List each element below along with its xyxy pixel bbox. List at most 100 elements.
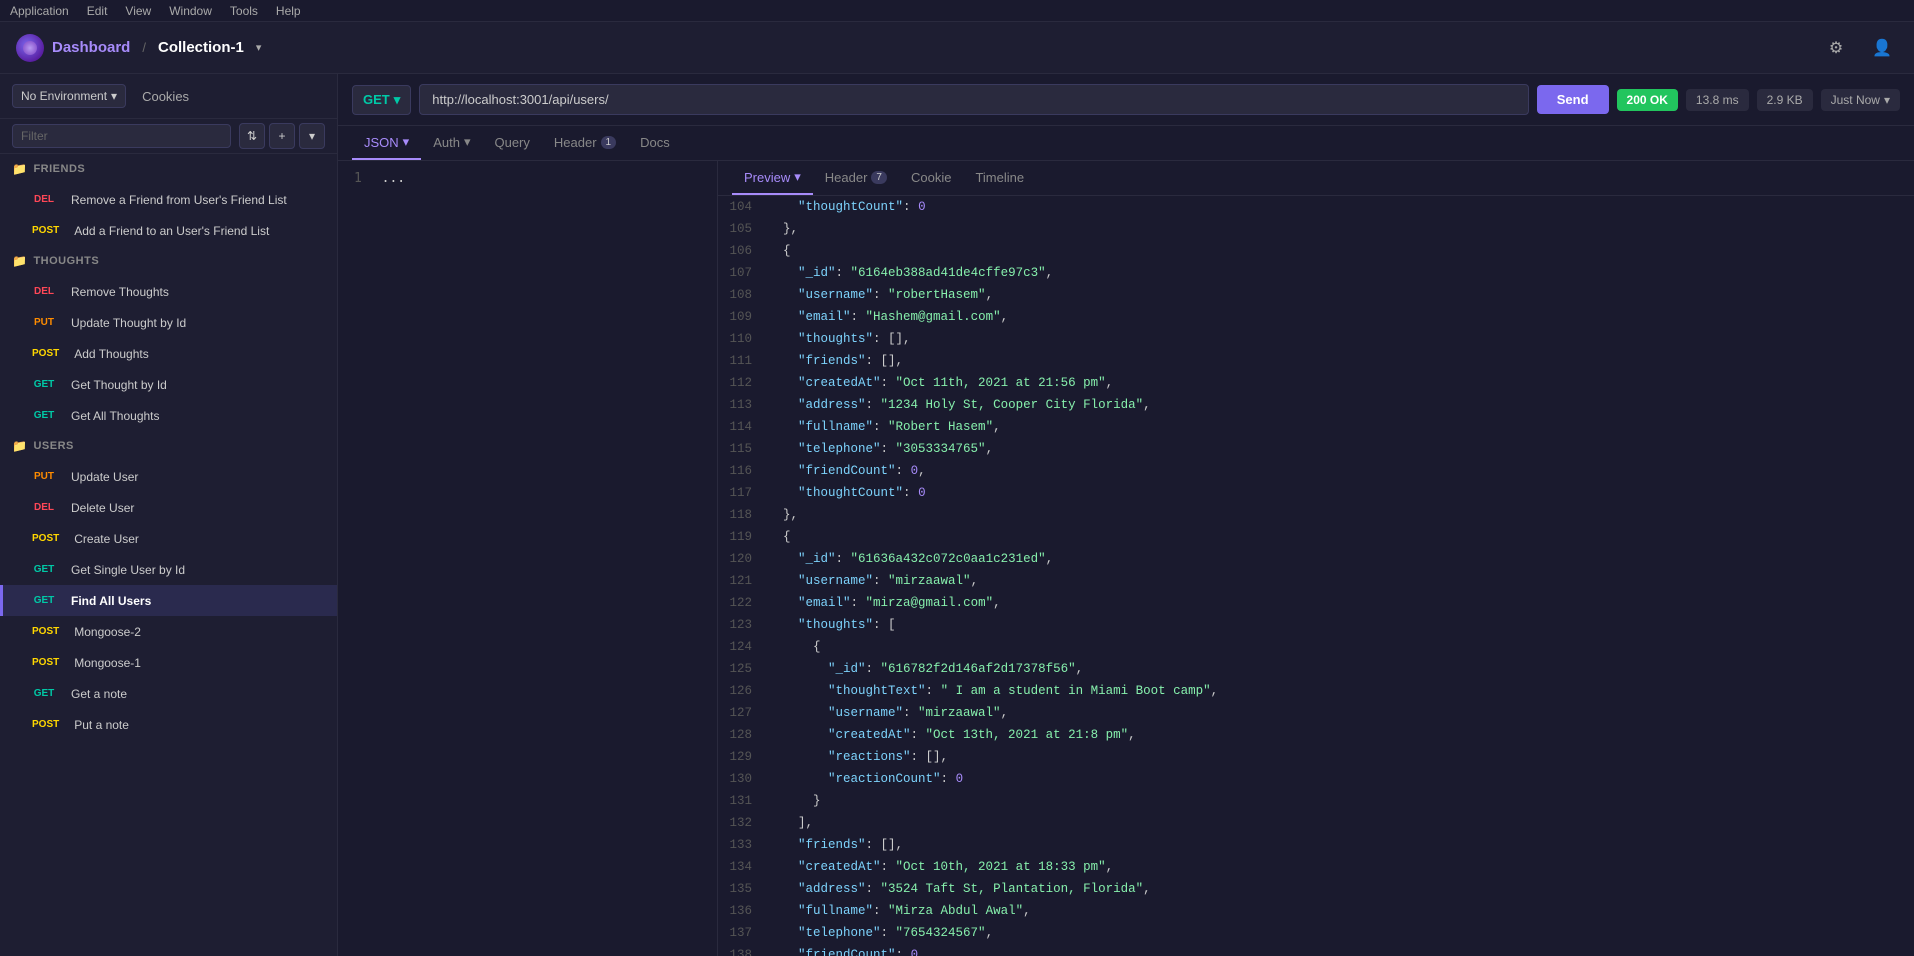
json-string: "3524 Taft St, Plantation, Florida" <box>881 879 1144 899</box>
breadcrumb-separator: / <box>142 40 146 55</box>
add-button[interactable]: + <box>269 123 295 149</box>
code-text: { <box>768 637 821 657</box>
tab-json[interactable]: JSON ▾ <box>352 126 421 160</box>
line-number: 125 <box>718 659 768 679</box>
sidebar-item-mongoose1[interactable]: POST Mongoose-1 <box>0 647 337 678</box>
sidebar-item-get-note[interactable]: GET Get a note <box>0 678 337 709</box>
line-number: 114 <box>718 417 768 437</box>
code-text <box>768 681 828 701</box>
sidebar-item-remove-thoughts[interactable]: DEL Remove Thoughts <box>0 276 337 307</box>
line-number: 129 <box>718 747 768 767</box>
code-text: , <box>1128 725 1136 745</box>
url-input[interactable] <box>419 84 1528 115</box>
sidebar-item-update-user[interactable]: PUT Update User <box>0 461 337 492</box>
code-line-111: 111 "friends": [], <box>718 350 1914 372</box>
json-number: 0 <box>911 461 919 481</box>
item-label-get-all-thoughts: Get All Thoughts <box>71 409 325 423</box>
json-key: "_id" <box>828 659 866 679</box>
code-text <box>768 703 828 723</box>
menu-edit[interactable]: Edit <box>87 4 108 18</box>
line-number: 122 <box>718 593 768 613</box>
menu-help[interactable]: Help <box>276 4 301 18</box>
line-number: 109 <box>718 307 768 327</box>
method-put-thoughts: PUT <box>27 315 61 330</box>
code-text <box>768 373 798 393</box>
sidebar-item-get-all-thoughts[interactable]: GET Get All Thoughts <box>0 400 337 431</box>
code-text <box>768 813 798 833</box>
menu-window[interactable]: Window <box>169 4 212 18</box>
section-users[interactable]: 📁 USERS <box>0 431 337 461</box>
section-friends[interactable]: 📁 FRIENDS <box>0 154 337 184</box>
menu-application[interactable]: Application <box>10 4 69 18</box>
code-text: , <box>986 923 994 943</box>
code-line-132: 132 ], <box>718 812 1914 834</box>
sidebar-item-mongoose2[interactable]: POST Mongoose-2 <box>0 616 337 647</box>
resp-tab-cookie[interactable]: Cookie <box>899 162 963 195</box>
code-line-113: 113 "address": "1234 Holy St, Cooper Cit… <box>718 394 1914 416</box>
sidebar-item-update-thought[interactable]: PUT Update Thought by Id <box>0 307 337 338</box>
resp-header-count-badge: 7 <box>871 171 887 184</box>
breadcrumb-arrow[interactable]: ▾ <box>256 41 262 54</box>
code-line-112: 112 "createdAt": "Oct 11th, 2021 at 21:5… <box>718 372 1914 394</box>
environment-select[interactable]: No Environment ▾ <box>12 84 126 108</box>
method-del-user: DEL <box>27 500 61 515</box>
tab-auth[interactable]: Auth ▾ <box>421 126 482 160</box>
sidebar-item-remove-friend[interactable]: DEL Remove a Friend from User's Friend L… <box>0 184 337 215</box>
sidebar-item-add-friend[interactable]: POST Add a Friend to an User's Friend Li… <box>0 215 337 246</box>
line-number: 138 <box>718 945 768 956</box>
json-key: "email" <box>798 307 851 327</box>
sidebar-item-put-note[interactable]: POST Put a note <box>0 709 337 740</box>
line-number: 105 <box>718 219 768 239</box>
sidebar-filter-input[interactable] <box>12 124 231 148</box>
settings-button[interactable]: ⚙ <box>1820 32 1852 64</box>
section-users-label: USERS <box>33 440 73 452</box>
tab-docs[interactable]: Docs <box>628 127 682 160</box>
sidebar-item-find-all-users[interactable]: GET Find All Users <box>0 585 337 616</box>
json-key: "friendCount" <box>798 945 896 956</box>
json-key: "thoughts" <box>798 329 873 349</box>
code-text: : <box>903 703 918 723</box>
more-button[interactable]: ▾ <box>299 123 325 149</box>
code-text: { <box>768 527 791 547</box>
section-thoughts[interactable]: 📁 THOUGHTS <box>0 246 337 276</box>
item-label-update-thought: Update Thought by Id <box>71 316 325 330</box>
send-button[interactable]: Send <box>1537 85 1609 114</box>
resp-tab-timeline[interactable]: Timeline <box>963 162 1036 195</box>
menu-tools[interactable]: Tools <box>230 4 258 18</box>
cookies-button[interactable]: Cookies <box>134 85 197 108</box>
size-badge: 2.9 KB <box>1757 89 1813 111</box>
sidebar-item-get-thought-id[interactable]: GET Get Thought by Id <box>0 369 337 400</box>
user-button[interactable]: 👤 <box>1866 32 1898 64</box>
tab-query[interactable]: Query <box>482 127 541 160</box>
code-text: , <box>986 439 994 459</box>
item-label-add-friend: Add a Friend to an User's Friend List <box>74 224 325 238</box>
json-key: "thoughtCount" <box>798 197 903 217</box>
code-text: : <box>873 417 888 437</box>
method-post-badge: POST <box>27 223 64 238</box>
menu-view[interactable]: View <box>125 4 151 18</box>
sidebar-item-delete-user[interactable]: DEL Delete User <box>0 492 337 523</box>
sidebar-item-add-thoughts[interactable]: POST Add Thoughts <box>0 338 337 369</box>
code-line-125: 125 "_id": "616782f2d146af2d17378f56", <box>718 658 1914 680</box>
json-key: "username" <box>828 703 903 723</box>
code-text: , <box>1106 857 1114 877</box>
json-number: 0 <box>918 483 926 503</box>
breadcrumb-dashboard[interactable]: Dashboard <box>52 39 130 56</box>
method-select[interactable]: GET ▾ <box>352 85 411 115</box>
resp-tab-preview[interactable]: Preview ▾ <box>732 161 813 195</box>
sidebar-item-create-user[interactable]: POST Create User <box>0 523 337 554</box>
tab-header[interactable]: Header 1 <box>542 127 628 160</box>
sidebar-item-get-single-user[interactable]: GET Get Single User by Id <box>0 554 337 585</box>
breadcrumb-collection[interactable]: Collection-1 <box>158 39 244 56</box>
json-key: "createdAt" <box>798 373 881 393</box>
resp-tab-header[interactable]: Header 7 <box>813 162 899 195</box>
line-number: 128 <box>718 725 768 745</box>
response-content: 104 "thoughtCount": 0105 },106 {107 "_id… <box>718 196 1914 956</box>
code-line-124: 124 { <box>718 636 1914 658</box>
code-text <box>768 351 798 371</box>
request-area: GET ▾ Send 200 OK 13.8 ms 2.9 KB Just No… <box>338 74 1914 956</box>
body-response-split: 1 ... Preview ▾ Header 7 C <box>338 161 1914 956</box>
line-number: 127 <box>718 703 768 723</box>
title-bar-left: Dashboard / Collection-1 ▾ <box>16 34 261 62</box>
sort-button[interactable]: ⇅ <box>239 123 265 149</box>
